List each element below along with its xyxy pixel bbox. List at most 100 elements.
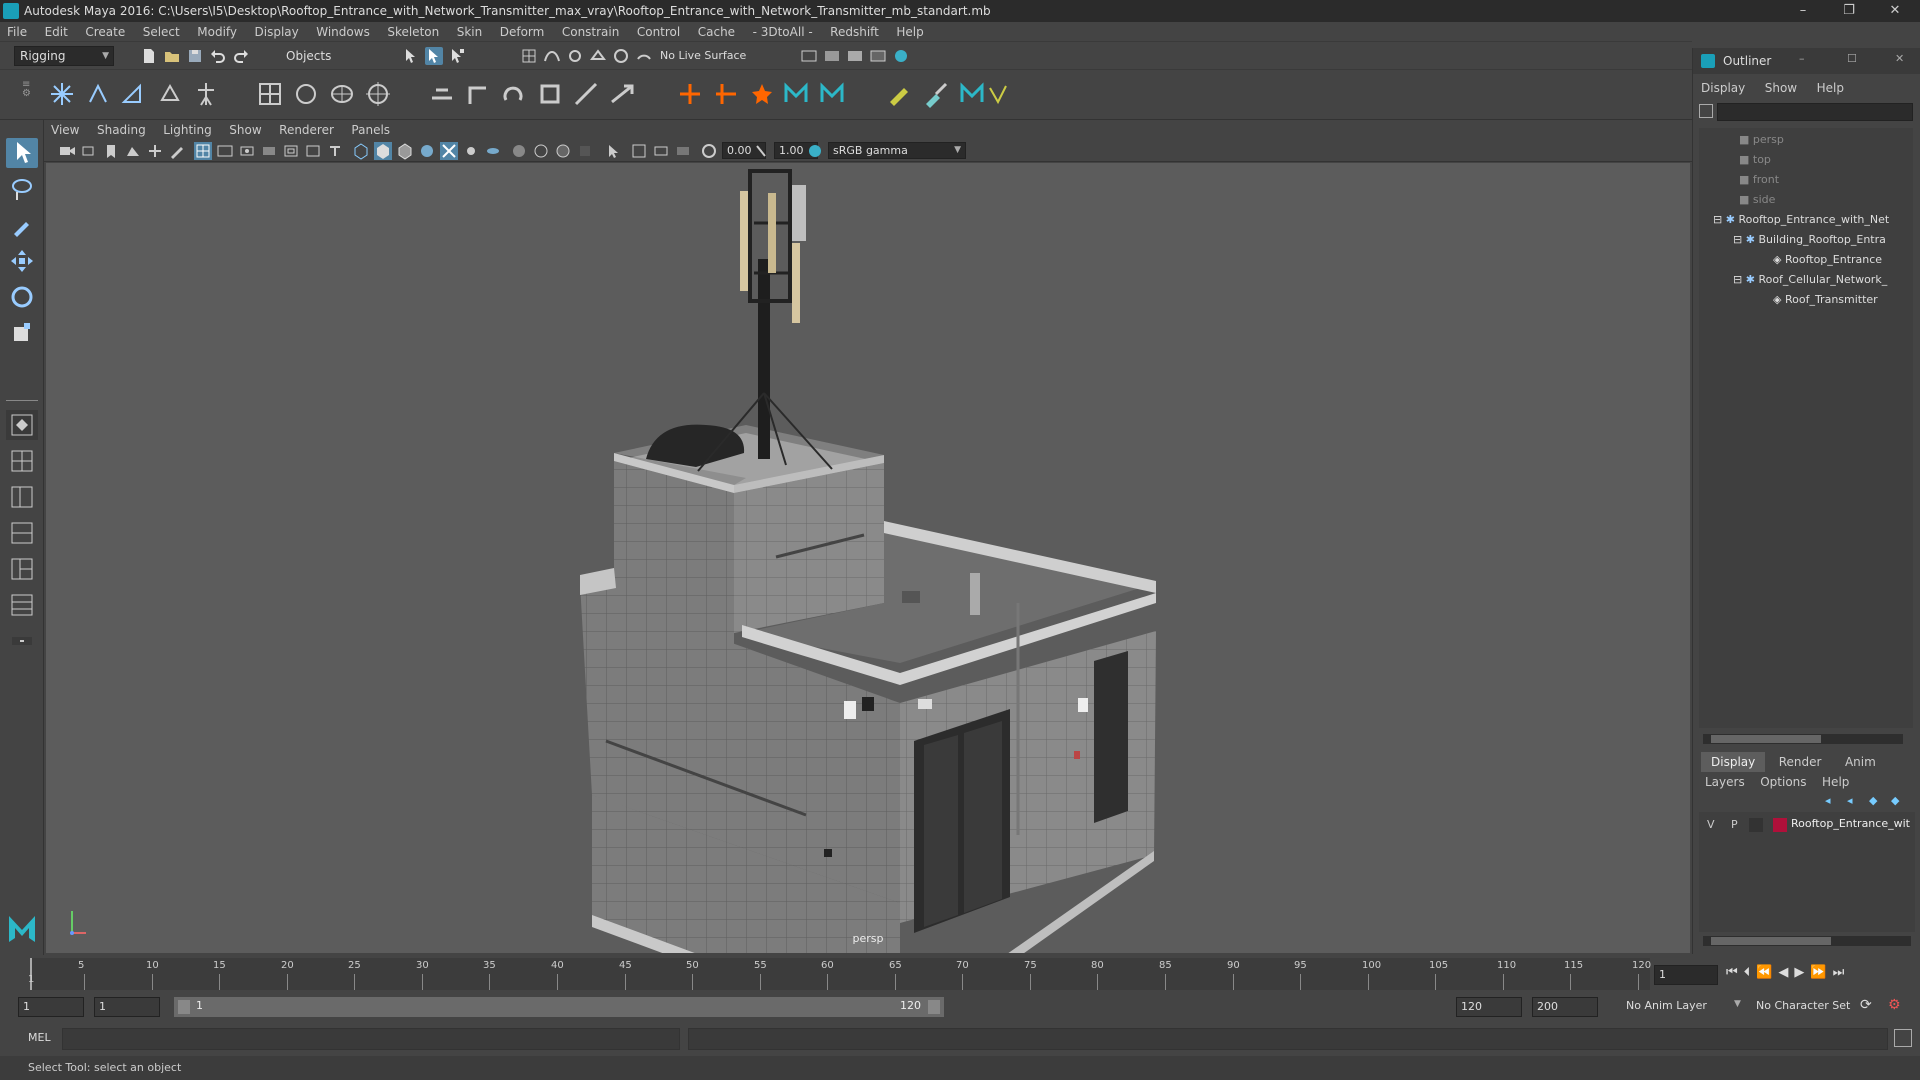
- snap-grid-icon[interactable]: [520, 47, 538, 65]
- cluster-icon[interactable]: [292, 80, 320, 108]
- outliner-scroll-thumb[interactable]: [1711, 735, 1821, 743]
- xray-icon[interactable]: [510, 142, 528, 160]
- scale-tool-icon[interactable]: [6, 318, 38, 348]
- ipr-render-icon[interactable]: [846, 47, 864, 65]
- outliner-maximize-button[interactable]: ☐: [1847, 52, 1857, 65]
- outliner-item-building-group[interactable]: ⊟ ✱ Building_Rooftop_Entra: [1733, 230, 1886, 250]
- outliner-item-persp[interactable]: ■ persp: [1739, 130, 1784, 150]
- render-view-icon[interactable]: [869, 47, 887, 65]
- menu-edit[interactable]: Edit: [38, 22, 75, 42]
- panel-menu-renderer[interactable]: Renderer: [272, 120, 341, 140]
- step-forward-key-icon[interactable]: ⏩: [1810, 965, 1832, 980]
- paint-select-icon[interactable]: [6, 210, 38, 240]
- point-constraint-icon[interactable]: [464, 80, 492, 108]
- parent-constraint-icon[interactable]: [428, 80, 456, 108]
- scale-constraint-icon[interactable]: [536, 80, 564, 108]
- tab-anim[interactable]: Anim: [1835, 752, 1886, 772]
- menu-help[interactable]: Help: [889, 22, 930, 42]
- maya-tool-c-icon[interactable]: [958, 80, 986, 108]
- menu-control[interactable]: Control: [630, 22, 687, 42]
- redo-icon[interactable]: [232, 47, 250, 65]
- maya-tool-a-icon[interactable]: [782, 80, 810, 108]
- layer-type-toggle[interactable]: [1749, 818, 1763, 832]
- outliner-item-front[interactable]: ■ front: [1739, 170, 1779, 190]
- humanik-icon[interactable]: [192, 80, 220, 108]
- restore-button[interactable]: ❐: [1826, 0, 1872, 22]
- outliner-menu-help[interactable]: Help: [1809, 78, 1852, 98]
- minimize-button[interactable]: –: [1780, 0, 1826, 22]
- outliner-item-transmitter-mesh[interactable]: ◈ Roof_Transmitter: [1773, 290, 1878, 310]
- menu-create[interactable]: Create: [78, 22, 132, 42]
- preferences-icon[interactable]: ⚙: [1888, 997, 1901, 1013]
- play-forward-icon[interactable]: ▶: [1794, 965, 1810, 980]
- menu-redshift[interactable]: Redshift: [823, 22, 886, 42]
- xray-joints-icon[interactable]: [532, 142, 550, 160]
- snap-curve-icon[interactable]: [543, 47, 561, 65]
- view-transform-dropdown[interactable]: sRGB gamma ▼: [828, 142, 966, 159]
- selection-mode-dropdown[interactable]: Objects: [280, 46, 380, 66]
- pole-vector-icon[interactable]: [608, 80, 636, 108]
- menu-cache[interactable]: Cache: [691, 22, 742, 42]
- select-component-icon[interactable]: [448, 47, 466, 65]
- multisample-aa-icon[interactable]: [630, 142, 648, 160]
- undo-icon[interactable]: [209, 47, 227, 65]
- menu-windows[interactable]: Windows: [309, 22, 377, 42]
- move-layer-up-icon[interactable]: ◂: [1825, 794, 1831, 807]
- menu-3dtoall[interactable]: - 3DtoAll -: [746, 22, 820, 42]
- outliner-scrollbar[interactable]: [1703, 734, 1903, 744]
- grease-pencil-icon[interactable]: [168, 142, 186, 160]
- perspective-viewport[interactable]: persp: [46, 163, 1690, 953]
- outliner-minimize-button[interactable]: –: [1799, 52, 1805, 65]
- move-layer-down-icon[interactable]: ◂: [1847, 794, 1853, 807]
- outliner-filter-icon[interactable]: [1699, 104, 1713, 118]
- outliner-menu-show[interactable]: Show: [1757, 78, 1805, 98]
- layer-row[interactable]: V P Rooftop_Entrance_wit: [1699, 816, 1915, 834]
- textured-icon[interactable]: [418, 142, 436, 160]
- ambient-occlusion-icon[interactable]: [484, 142, 502, 160]
- persp-graph-layout-icon[interactable]: [6, 518, 38, 548]
- panel-menu-lighting[interactable]: Lighting: [156, 120, 219, 140]
- command-input[interactable]: [62, 1028, 680, 1050]
- start-time-field[interactable]: 1: [18, 997, 84, 1017]
- image-plane-icon[interactable]: [124, 142, 142, 160]
- wireframe-on-shaded-icon[interactable]: [396, 142, 414, 160]
- range-end-handle[interactable]: [928, 1000, 940, 1014]
- outliner-item-top[interactable]: ■ top: [1739, 150, 1771, 170]
- anim-layer-dropdown[interactable]: No Anim Layer: [1626, 999, 1707, 1012]
- menu-skeleton[interactable]: Skeleton: [380, 22, 446, 42]
- live-surface-label[interactable]: No Live Surface: [660, 49, 746, 62]
- go-to-start-icon[interactable]: ⏮: [1726, 965, 1744, 980]
- panel-menu-view[interactable]: View: [44, 120, 86, 140]
- render-settings-icon[interactable]: [800, 47, 818, 65]
- resolution-gate-icon[interactable]: [238, 142, 256, 160]
- menu-set-dropdown[interactable]: Rigging ▼: [14, 46, 114, 66]
- layer-scroll-thumb[interactable]: [1711, 937, 1831, 945]
- snap-view-plane-icon[interactable]: [589, 47, 607, 65]
- panel-menu-shading[interactable]: Shading: [90, 120, 153, 140]
- use-all-lights-icon[interactable]: [440, 142, 458, 160]
- collapse-icon[interactable]: ⊟: [1713, 213, 1726, 226]
- layer-menu-layers[interactable]: Layers: [1699, 772, 1751, 792]
- blend-shape-icon[interactable]: [328, 80, 356, 108]
- menu-deform[interactable]: Deform: [493, 22, 552, 42]
- outliner-item-rooftop-group[interactable]: ⊟ ✱ Rooftop_Entrance_with_Net: [1713, 210, 1889, 230]
- outliner-menu-display[interactable]: Display: [1693, 78, 1753, 98]
- depth-of-field-icon[interactable]: [652, 142, 670, 160]
- outliner-item-network-group[interactable]: ⊟ ✱ Roof_Cellular_Network_: [1733, 270, 1887, 290]
- color-management-icon[interactable]: [806, 142, 824, 160]
- hypershade-icon[interactable]: [892, 47, 910, 65]
- ik-spline-icon[interactable]: [120, 80, 148, 108]
- step-back-key-icon[interactable]: ⏪: [1756, 965, 1778, 980]
- collapse-icon[interactable]: ⊟: [1733, 273, 1746, 286]
- paint-weights-icon[interactable]: [886, 80, 914, 108]
- four-view-layout-icon[interactable]: [6, 446, 38, 476]
- rotate-tool-icon[interactable]: [6, 282, 38, 312]
- range-start-handle[interactable]: [178, 1000, 190, 1014]
- layer-playback-toggle[interactable]: P: [1731, 818, 1738, 831]
- select-tool-icon[interactable]: [6, 138, 38, 168]
- ik-star-icon[interactable]: [748, 80, 776, 108]
- outliner-item-rooftop-mesh[interactable]: ◈ Rooftop_Entrance: [1773, 250, 1882, 270]
- menu-skin[interactable]: Skin: [450, 22, 490, 42]
- tab-render[interactable]: Render: [1769, 752, 1832, 772]
- menu-file[interactable]: File: [0, 22, 34, 42]
